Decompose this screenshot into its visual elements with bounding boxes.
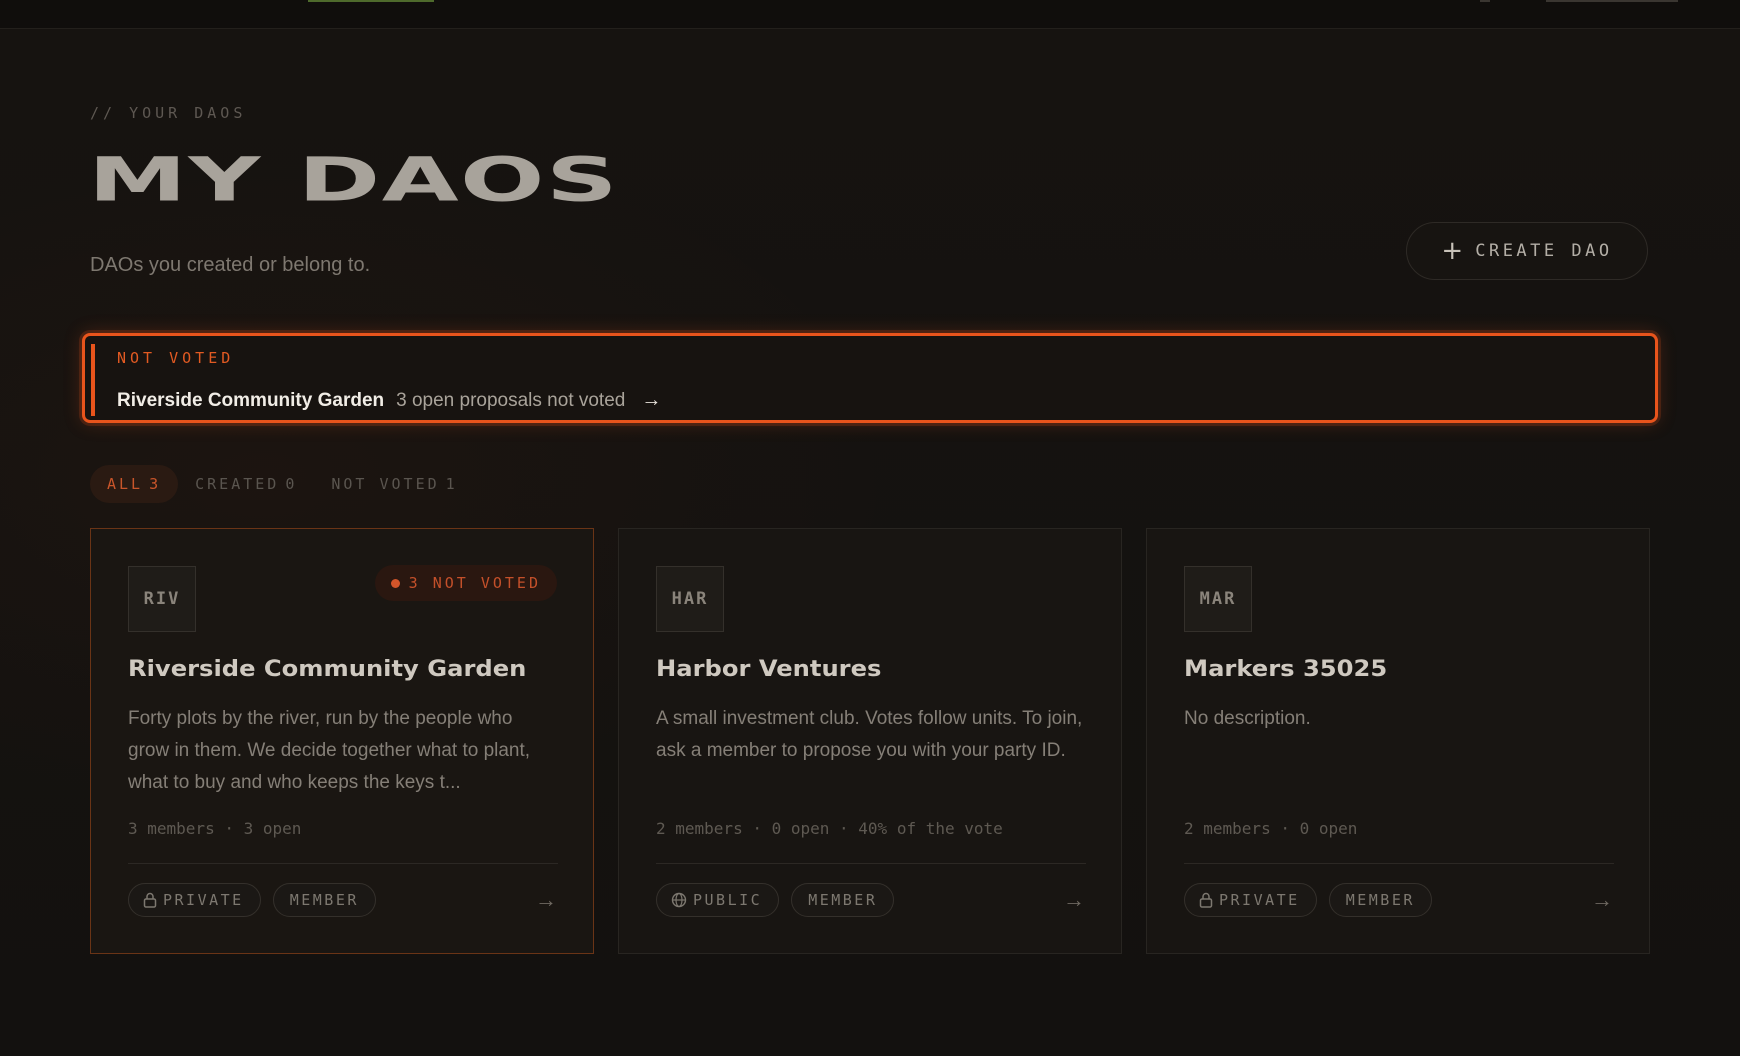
dao-description: No description.: [1184, 708, 1311, 729]
dao-description: Forty plots by the river, run by the peo…: [128, 708, 531, 793]
visibility-chip: PUBLIC: [656, 883, 780, 917]
alert-message: Riverside Community Garden 3 open propos…: [117, 389, 661, 412]
visibility-chip: PRIVATE: [1184, 883, 1317, 917]
section-eyebrow: // YOUR DAOS: [90, 104, 247, 122]
page-subtitle: DAOs you created or belong to.: [90, 254, 371, 276]
tab-count: 3: [149, 475, 162, 493]
status-dot-icon: [390, 578, 400, 588]
globe-icon: [671, 892, 687, 908]
visibility-chip: PRIVATE: [128, 883, 261, 917]
not-voted-badge: 3 NOT VOTED: [374, 565, 557, 601]
dao-name: Markers 35025: [1184, 657, 1388, 682]
visibility-label: PRIVATE: [163, 891, 244, 909]
tab-created[interactable]: CREATED 0: [178, 465, 314, 503]
role-chip: MEMBER: [791, 883, 895, 917]
arrow-right-icon[interactable]: →: [1063, 887, 1085, 913]
dao-stats: 2 members · 0 open · 40% of the vote: [656, 819, 1003, 838]
lock-icon: [1199, 892, 1213, 908]
dao-tags: PRIVATE MEMBER: [1184, 883, 1432, 917]
tab-label: NOT VOTED: [331, 475, 440, 493]
arrow-right-icon[interactable]: →: [535, 887, 557, 913]
badge-label: 3 NOT VOTED: [408, 574, 541, 592]
plus-icon: +: [1441, 236, 1464, 266]
arrow-right-icon: →: [641, 389, 662, 411]
not-voted-alert[interactable]: NOT VOTED Riverside Community Garden 3 o…: [82, 333, 1658, 423]
alert-detail: 3 open proposals not voted: [396, 389, 626, 411]
top-nav-bar: [0, 0, 1740, 29]
create-dao-label: CREATE DAO: [1475, 241, 1613, 261]
dao-avatar: RIV: [128, 566, 196, 632]
tab-count: 0: [285, 475, 298, 493]
page: // YOUR DAOS MY DAOS DAOs you created or…: [0, 0, 1740, 1056]
visibility-label: PRIVATE: [1219, 891, 1300, 909]
tab-all[interactable]: ALL 3: [90, 465, 179, 503]
card-divider: [656, 863, 1086, 864]
role-chip: MEMBER: [272, 883, 376, 917]
dao-avatar: MAR: [1184, 566, 1252, 632]
dao-card-markers[interactable]: MAR Markers 35025 No description. 2 memb…: [1146, 528, 1650, 954]
tab-label: CREATED: [195, 475, 280, 493]
alert-dao-name: Riverside Community Garden: [117, 389, 385, 411]
dao-avatar: HAR: [656, 566, 724, 632]
dao-name: Riverside Community Garden: [128, 657, 527, 682]
dao-card-harbor[interactable]: HAR Harbor Ventures A small investment c…: [618, 528, 1122, 954]
dao-stats: 2 members · 0 open: [1184, 819, 1358, 838]
card-divider: [1184, 863, 1614, 864]
tab-count: 1: [445, 475, 458, 493]
dao-description: A small investment club. Votes follow un…: [656, 708, 1083, 761]
dao-name: Harbor Ventures: [656, 657, 882, 682]
card-divider: [128, 863, 558, 864]
dao-tags: PRIVATE MEMBER: [128, 883, 376, 917]
role-chip: MEMBER: [1328, 883, 1432, 917]
tab-not-voted[interactable]: NOT VOTED 1: [314, 465, 474, 503]
nav-icon[interactable]: [1480, 0, 1490, 2]
alert-tag: NOT VOTED: [117, 349, 235, 367]
page-title: MY DAOS: [88, 144, 619, 216]
arrow-right-icon[interactable]: →: [1591, 887, 1613, 913]
dao-tags: PUBLIC MEMBER: [656, 883, 895, 917]
tab-label: ALL: [107, 475, 144, 493]
dao-card-riverside[interactable]: RIV 3 NOT VOTED Riverside Community Gard…: [90, 528, 594, 954]
filter-tabs: ALL 3 CREATED 0 NOT VOTED 1: [90, 465, 475, 503]
account-button[interactable]: [1546, 0, 1678, 2]
lock-icon: [143, 892, 157, 908]
visibility-label: PUBLIC: [693, 891, 763, 909]
dao-stats: 3 members · 3 open: [128, 819, 302, 838]
alert-accent-bar: [91, 344, 95, 416]
create-dao-button[interactable]: + CREATE DAO: [1406, 222, 1648, 280]
active-nav-indicator: [308, 0, 434, 2]
